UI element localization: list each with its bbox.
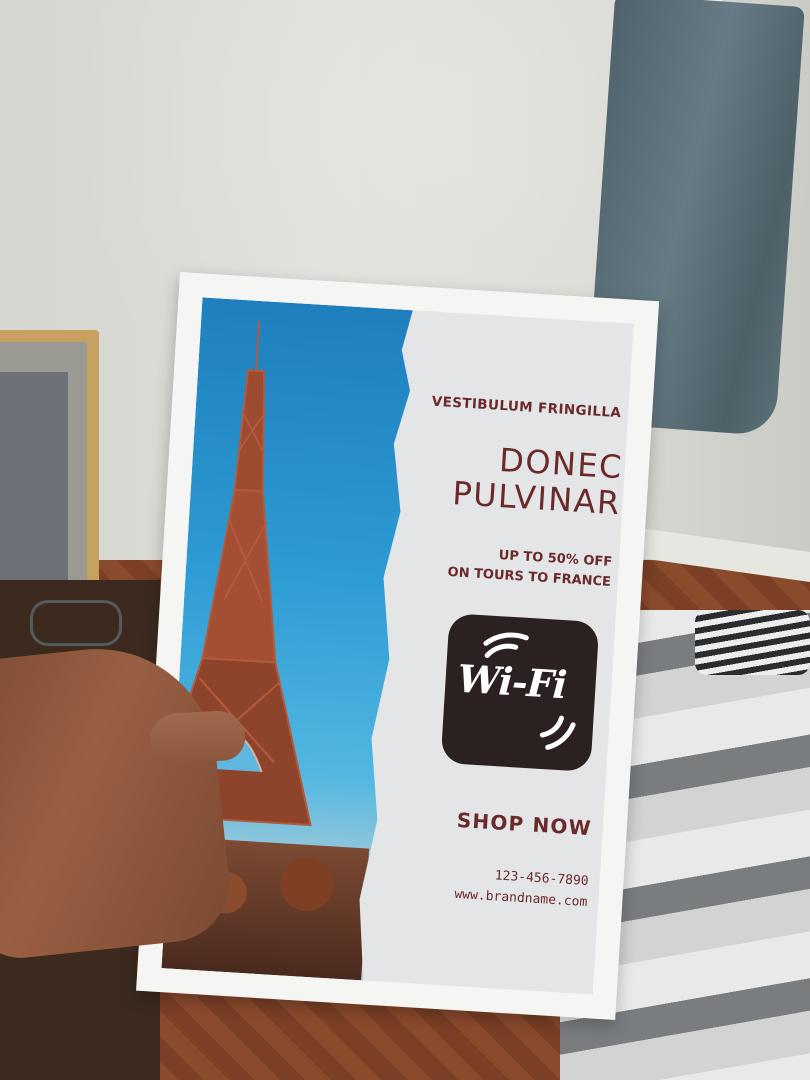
eyeglasses (30, 600, 122, 646)
headline: DONEC PULVINAR (405, 436, 624, 522)
thumb (148, 709, 247, 765)
striped-pillow (695, 610, 810, 675)
wifi-logo-icon: Wi-Fi (440, 613, 600, 772)
wifi-logo-text: Wi-Fi (456, 655, 568, 708)
kicker-text: VESTIBULUM FRINGILLA (431, 393, 622, 422)
photo-scene: VESTIBULUM FRINGILLA DONEC PULVINAR UP T… (0, 0, 810, 1080)
offer-text: UP TO 50% OFF ON TOURS TO FRANCE (411, 541, 613, 593)
flyer-content: VESTIBULUM FRINGILLA DONEC PULVINAR UP T… (161, 297, 634, 995)
shop-now-label: SHOP NOW (456, 807, 593, 841)
